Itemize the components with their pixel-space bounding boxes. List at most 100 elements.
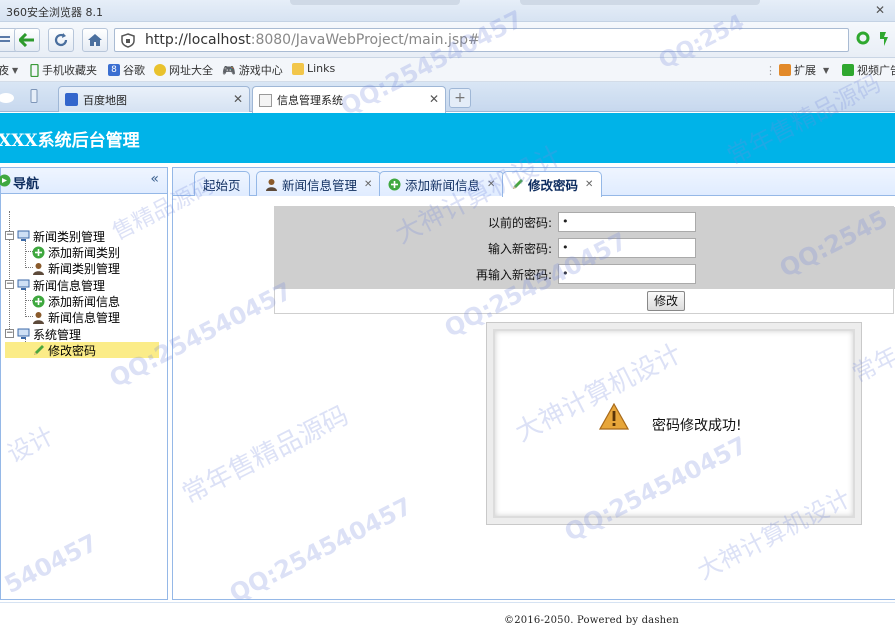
user-icon <box>266 178 277 191</box>
change-password-form: 以前的密码: • 输入新密码: • 再输入新密码: • 修改 <box>274 206 895 314</box>
browser-tab-label: 信息管理系统 <box>277 94 343 107</box>
tree-node-news-category-list[interactable]: 新闻类别管理 <box>32 260 120 276</box>
extend-label: 扩展 <box>794 64 816 77</box>
sidebar-header: 导航 « <box>0 168 167 194</box>
fav-label: 网址大全 <box>169 64 213 77</box>
tab-add-news-info[interactable]: 添加新闻信息 ✕ <box>379 171 505 196</box>
fav-google[interactable]: 8 谷歌 <box>108 62 145 78</box>
page-tab-strip: 起始页 新闻信息管理 ✕ 添加新闻信息 ✕ 修改密码 ✕ <box>173 168 895 197</box>
url-path: :8080/JavaWebProject/main.jsp# <box>250 32 480 48</box>
tree-node-label: 新闻类别管理 <box>33 229 106 244</box>
tab-change-password[interactable]: 修改密码 ✕ <box>502 171 603 197</box>
fav-label: 游戏中心 <box>238 64 283 77</box>
browser-nav-bar: http://localhost:8080/JavaWebProject/mai… <box>0 22 895 58</box>
computer-icon <box>17 328 30 339</box>
fav-links[interactable]: Links <box>292 62 335 75</box>
refresh-button[interactable] <box>48 28 74 52</box>
home-button[interactable] <box>82 28 108 52</box>
menu-icon <box>0 36 10 42</box>
message-dialog-body: 密码修改成功! <box>493 329 855 518</box>
tree-toggle-minus-icon[interactable]: − <box>5 329 14 338</box>
close-tab-icon[interactable]: ✕ <box>487 179 495 190</box>
close-tab-icon[interactable]: ✕ <box>233 92 243 106</box>
close-tab-icon[interactable]: ✕ <box>429 92 439 106</box>
browser-tab-baidu-map[interactable]: 百度地图 ✕ <box>58 86 250 112</box>
modify-button[interactable]: 修改 <box>647 291 685 311</box>
old-password-row: 以前的密码: • <box>275 212 895 232</box>
address-bar[interactable]: http://localhost:8080/JavaWebProject/mai… <box>114 28 849 52</box>
tree-node-label: 添加新闻信息 <box>48 294 121 309</box>
fav-label: Links <box>307 62 336 75</box>
fav-item-partial[interactable]: 夜 ▼ <box>0 62 18 78</box>
separator-icon: ⋮ <box>765 63 776 77</box>
tree-toggle-minus-icon[interactable]: − <box>5 280 14 289</box>
title-bar-shadow-left <box>290 0 460 5</box>
new-tab-button[interactable]: + <box>449 88 471 108</box>
app-title: XXX系统后台管理 <box>0 131 140 151</box>
navigation-icon <box>0 174 11 187</box>
video-ad-filter[interactable]: 视频广告 <box>842 62 895 78</box>
tree-node-add-news-info[interactable]: 添加新闻信息 <box>32 293 120 309</box>
url-text: http://localhost:8080/JavaWebProject/mai… <box>145 32 480 48</box>
fav-mobile[interactable]: 手机收藏夹 <box>30 62 97 78</box>
sidebar-title: 导航 <box>13 177 40 192</box>
security-shield-icon[interactable] <box>121 33 135 48</box>
pencil-icon <box>34 344 44 355</box>
new-password-input[interactable]: • <box>558 238 696 258</box>
user-icon <box>33 311 44 324</box>
tree-node-label: 新闻类别管理 <box>48 261 121 276</box>
tree-node-news-info-list[interactable]: 新闻信息管理 <box>32 309 120 325</box>
phone-icon <box>30 63 39 77</box>
google-icon: 8 <box>108 64 120 76</box>
360-guard-icon[interactable] <box>856 31 870 45</box>
browser-tab-bar: 百度地图 ✕ 信息管理系统 ✕ + <box>0 82 895 113</box>
window-close-icon[interactable]: ✕ <box>875 3 885 17</box>
fav-label: 手机收藏夹 <box>42 64 97 77</box>
tree-node-system-mgmt[interactable]: 系统管理 <box>17 326 81 342</box>
tab-label: 新闻信息管理 <box>282 177 358 193</box>
mobile-tab-icon[interactable] <box>30 89 38 103</box>
fav-label: 夜 <box>0 64 9 77</box>
extension-icon[interactable] <box>877 31 891 47</box>
back-button[interactable] <box>14 28 40 52</box>
browser-title-bar: 360安全浏览器 8.1 ✕ <box>0 0 895 22</box>
cloud-icon[interactable] <box>0 91 14 103</box>
user-icon <box>33 262 44 275</box>
tab-label: 添加新闻信息 <box>405 177 481 193</box>
close-tab-icon[interactable]: ✕ <box>364 179 372 190</box>
fav-label: 谷歌 <box>123 64 145 77</box>
add-circle-icon <box>32 295 45 307</box>
fav-games[interactable]: 🎮 游戏中心 <box>222 62 283 78</box>
tree-node-label: 添加新闻类别 <box>48 245 121 260</box>
favorites-bar: 夜▼ 手机收藏夹 8谷歌 网址大全 🎮游戏中心 Links ⋮ 扩展 ▼ 视频广告 <box>0 58 895 82</box>
tree-node-change-password[interactable]: 修改密码 <box>5 342 159 358</box>
old-password-input[interactable]: • <box>558 212 696 232</box>
app-header: XXX系统后台管理 <box>0 113 895 163</box>
fav-sites[interactable]: 网址大全 <box>154 62 213 78</box>
tab-news-info-mgmt[interactable]: 新闻信息管理 ✕ <box>256 171 382 196</box>
refresh-icon <box>54 33 68 47</box>
footer-text: ©2016-2050. Powered by dashen <box>504 615 680 626</box>
computer-icon <box>17 279 30 290</box>
confirm-password-row: 再输入新密码: • <box>275 264 895 284</box>
baidu-icon <box>65 93 78 106</box>
close-tab-icon[interactable]: ✕ <box>585 179 593 190</box>
sidebar-collapse-icon[interactable]: « <box>150 171 159 187</box>
warning-icon <box>599 403 629 430</box>
window-title: 360安全浏览器 8.1 <box>6 6 103 19</box>
tree-node-news-category-mgmt[interactable]: 新闻类别管理 <box>17 228 105 244</box>
tree-node-add-news-category[interactable]: 添加新闻类别 <box>32 244 120 260</box>
video-label: 视频广告 <box>857 64 895 77</box>
extend-menu[interactable]: ⋮ 扩展 ▼ <box>765 62 829 78</box>
tree-node-label: 新闻信息管理 <box>48 310 121 325</box>
home-icon <box>88 34 102 46</box>
tree-toggle-minus-icon[interactable]: − <box>5 231 14 240</box>
dropdown-arrow-icon: ▼ <box>823 65 830 75</box>
new-password-label: 输入新密码: <box>487 242 552 256</box>
folder-icon <box>292 62 304 75</box>
tree-node-news-info-mgmt[interactable]: 新闻信息管理 <box>17 277 105 293</box>
browser-tab-info-system[interactable]: 信息管理系统 ✕ <box>252 86 446 113</box>
confirm-password-input[interactable]: • <box>558 264 696 284</box>
back-arrow-icon <box>19 33 34 47</box>
tab-home[interactable]: 起始页 <box>194 171 250 196</box>
